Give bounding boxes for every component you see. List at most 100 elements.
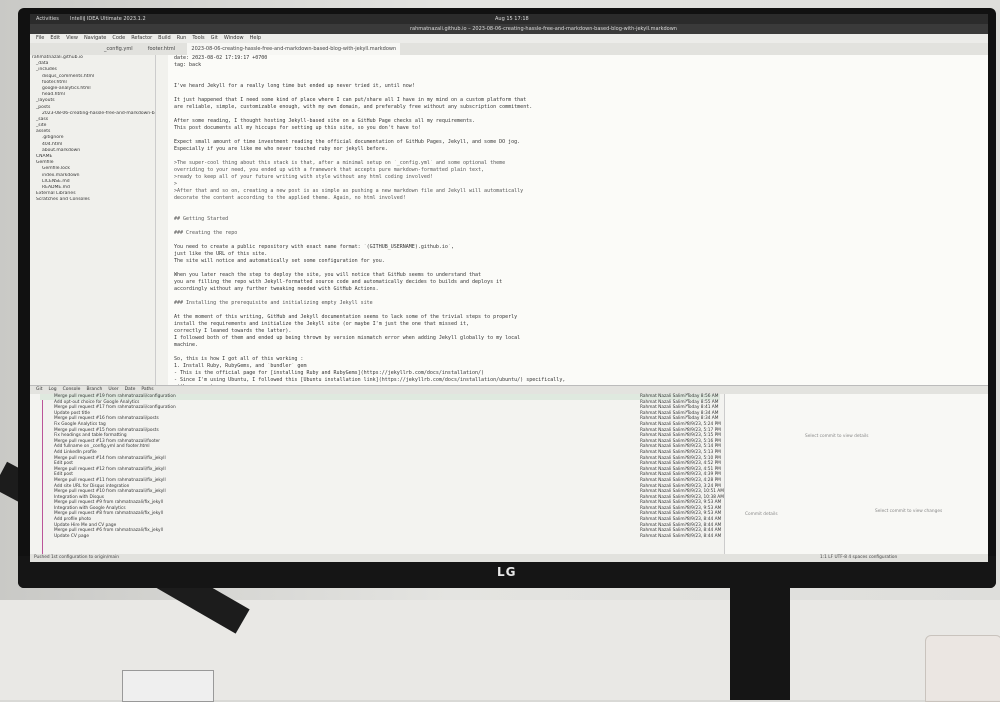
project-tree: rahmatnazali.github.io _data _includes disq… bbox=[30, 55, 156, 385]
menu-item-file[interactable]: File bbox=[36, 35, 44, 41]
system-topbar: Activities IntelliJ IDEA Ultimate 2023.1… bbox=[30, 14, 988, 24]
editor-line: are reliable, simple, customizable enoug… bbox=[174, 104, 533, 110]
editor-line: The site will notice and automatically s… bbox=[174, 258, 385, 264]
changes-hint: Select commit to view changes bbox=[875, 509, 943, 514]
editor-tab[interactable]: _config.yml bbox=[100, 43, 137, 55]
menu-item-build[interactable]: Build bbox=[158, 35, 171, 41]
editor-line: Especially if you are like me who never … bbox=[174, 146, 388, 152]
editor-tab[interactable]: footer.html bbox=[144, 43, 180, 55]
editor-gutter bbox=[156, 55, 168, 385]
editor-line: tag: back bbox=[174, 62, 202, 68]
editor-line: So, this is how I got all of this workin… bbox=[174, 356, 304, 362]
monitor-stand bbox=[730, 580, 790, 700]
editor-line: date: 2023-08-02 17:19:17 +0700 bbox=[174, 55, 268, 61]
details-hint: Select commit to view details bbox=[805, 434, 869, 439]
menu-item-window[interactable]: Window bbox=[224, 35, 244, 41]
status-bar: Pushed 1st configuration to origin/main … bbox=[30, 554, 988, 562]
editor-line: It just happened that I need some kind o… bbox=[174, 97, 527, 103]
editor-line: >After that and so on, creating a new po… bbox=[174, 188, 524, 194]
editor-line: - Since I'm using Ubuntu, I followed thi… bbox=[174, 377, 566, 383]
status-left: Pushed 1st configuration to origin/main bbox=[34, 555, 119, 560]
tree-item[interactable]: Scratches and Consoles bbox=[30, 197, 155, 203]
git-tab-git[interactable]: Git bbox=[36, 387, 43, 392]
editor-content[interactable]: date: 2023-08-02 17:19:17 +0700 tag: back… bbox=[156, 55, 988, 398]
details-hint-commit: Commit details bbox=[745, 512, 778, 517]
menu-item-tools[interactable]: Tools bbox=[192, 35, 204, 41]
git-tab-log[interactable]: Log bbox=[49, 387, 57, 392]
menu-item-navigate[interactable]: Navigate bbox=[84, 35, 106, 41]
tree-item[interactable]: 2023-08-06-creating-hassle-free-and-mark… bbox=[30, 111, 155, 117]
editor-line: I followed both of them and ended up bei… bbox=[174, 335, 521, 341]
editor-line: 1. Install Ruby, RubyGems, and `bundler`… bbox=[174, 363, 307, 369]
editor-line: This post documents all my hiccups for s… bbox=[174, 125, 421, 131]
editor-line: ### Installing the prerequisite and init… bbox=[174, 300, 373, 306]
git-log[interactable]: Merge pull request #19 from rahmatnazali… bbox=[40, 394, 724, 554]
editor-line: decorate the content according to the ap… bbox=[174, 195, 406, 201]
editor-line: ## Getting Started bbox=[174, 216, 229, 222]
git-tab-branch[interactable]: Branch bbox=[86, 387, 102, 392]
commit-date: 8/9/23, 8:44 AM bbox=[687, 533, 722, 539]
editor-line: At the moment of this writing, GitHub an… bbox=[174, 314, 518, 320]
menu-item-help[interactable]: Help bbox=[250, 35, 261, 41]
screen: Activities IntelliJ IDEA Ultimate 2023.1… bbox=[30, 14, 988, 562]
commit-message: Update CV page bbox=[54, 533, 89, 539]
git-tab-console[interactable]: Console bbox=[63, 387, 81, 392]
menu-item-code[interactable]: Code bbox=[112, 35, 125, 41]
git-tab-user[interactable]: User bbox=[108, 387, 118, 392]
editor-line: ### Creating the repo bbox=[174, 230, 238, 236]
editor-line: accordingly without any further tweaking… bbox=[174, 286, 379, 292]
menu-item-edit[interactable]: Edit bbox=[50, 35, 60, 41]
editor-line: machine. bbox=[174, 342, 199, 348]
menu-bar: File Edit View Navigate Code Refactor Build Run… bbox=[30, 34, 988, 43]
editor-line: - This is the official page for [install… bbox=[174, 370, 485, 376]
window-titlebar: rahmatnazali.github.io – 2023-08-06-crea… bbox=[30, 24, 988, 34]
status-right[interactable]: 1:1 LF UTF-8 4 spaces configuration bbox=[820, 554, 897, 562]
editor-line: > bbox=[174, 181, 178, 187]
clock[interactable]: Aug 15 17:18 bbox=[495, 14, 529, 24]
app-name: IntelliJ IDEA Ultimate 2023.1.2 bbox=[70, 16, 146, 22]
commit-details: Select commit to view details Commit det… bbox=[724, 394, 988, 554]
commit-author: Rahmat Nazali Salimi* bbox=[640, 533, 688, 539]
editor-line: You need to create a public repository w… bbox=[174, 244, 454, 250]
git-panel: Git Log Console Branch User Date Paths Merge p… bbox=[30, 385, 988, 562]
editor-line: When you later reach the step to deploy … bbox=[174, 272, 482, 278]
git-tab-date[interactable]: Date bbox=[125, 387, 136, 392]
editor-line: you are filling the repo with Jekyll-for… bbox=[174, 279, 503, 285]
editor-line: install the requirements and initialize … bbox=[174, 321, 470, 327]
editor-line: Expect small amount of time investment r… bbox=[174, 139, 521, 145]
editor-line: I've heard Jekyll for a really long time… bbox=[174, 83, 415, 89]
editor-line: After some reading, I thought hosting Je… bbox=[174, 118, 476, 124]
monitor-logo: LG bbox=[497, 565, 517, 579]
editor[interactable]: date: 2023-08-02 17:19:17 +0700 tag: back… bbox=[156, 55, 988, 397]
editor-line: correctly I leaned towards the latter). bbox=[174, 328, 292, 334]
editor-line: overriding to your need, you ended up wi… bbox=[174, 167, 485, 173]
editor-line: >ready to keep all of your future writin… bbox=[174, 174, 433, 180]
editor-tab[interactable]: 2023-08-06-creating-hassle-free-and-mark… bbox=[187, 43, 401, 55]
git-panel-tabs: Git Log Console Branch User Date Paths bbox=[30, 386, 988, 394]
glass-jar bbox=[925, 635, 1000, 702]
commit-row[interactable]: Update CV page Rahmat Nazali Salimi* 8/9/2… bbox=[40, 533, 722, 540]
menu-item-git[interactable]: Git bbox=[211, 35, 218, 41]
menu-item-run[interactable]: Run bbox=[177, 35, 187, 41]
menu-item-refactor[interactable]: Refactor bbox=[131, 35, 152, 41]
usb-device bbox=[122, 670, 214, 702]
git-tab-paths[interactable]: Paths bbox=[141, 387, 153, 392]
menu-item-view[interactable]: View bbox=[66, 35, 78, 41]
editor-line: just like the URL of this site. bbox=[174, 251, 268, 257]
editor-line: >The super-cool thing about this stack i… bbox=[174, 160, 506, 166]
activities-button[interactable]: Activities bbox=[36, 14, 59, 24]
